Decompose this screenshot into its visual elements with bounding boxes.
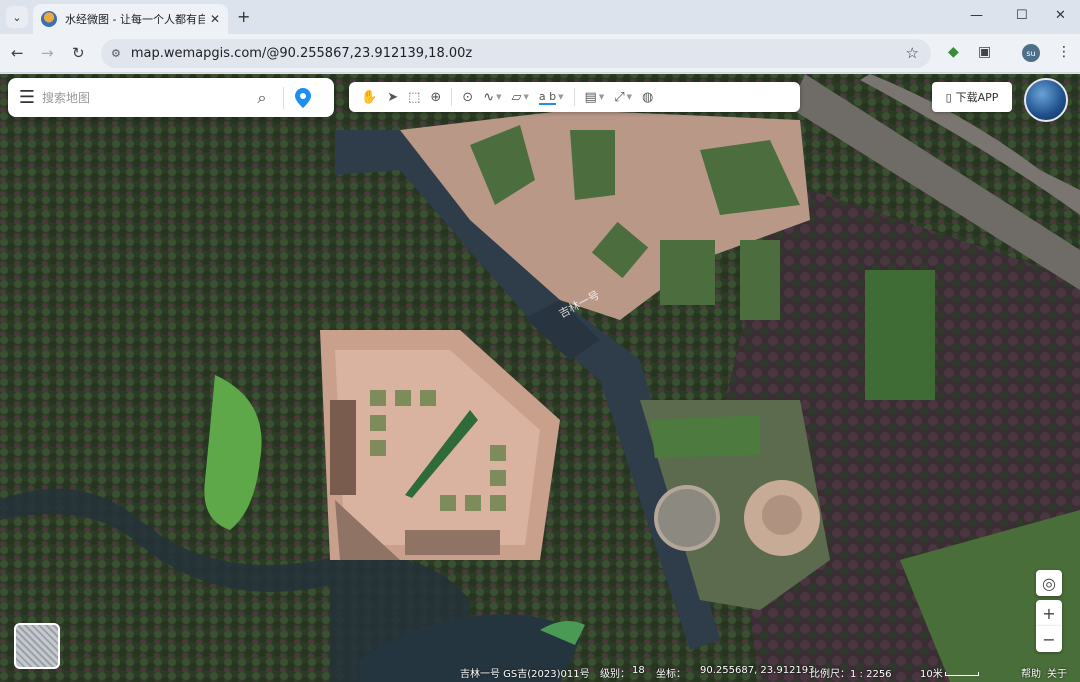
tab-title: 水经微图 - 让每一个人都有自己: [65, 13, 205, 26]
browser-menu-icon[interactable]: ⋮: [1057, 44, 1071, 60]
coordinate-label: 坐标：: [656, 669, 686, 680]
download-app-label: 下载APP: [955, 91, 999, 104]
chevron-down-icon: ▼: [558, 93, 564, 101]
extension-gem-icon[interactable]: ◆: [948, 44, 959, 60]
reload-button[interactable]: ↻: [72, 44, 85, 62]
coordinate-value: 90.255687, 23.912193: [700, 665, 815, 676]
imagery-source: 吉林一号 GS吉(2023)011号: [460, 669, 590, 680]
chevron-down-icon: ▼: [496, 93, 502, 101]
about-link[interactable]: 关于: [1047, 665, 1067, 680]
phone-icon: ▯: [945, 90, 952, 104]
url-text: map.wemapgis.com/@90.255867,23.912139,18…: [130, 46, 473, 61]
zoom-level-label: 级别：: [600, 669, 630, 680]
back-button[interactable]: ←: [11, 44, 24, 62]
edit-cursor-icon[interactable]: ⤢ ▼: [610, 84, 636, 110]
magnifier-icon[interactable]: ⊕: [426, 84, 445, 110]
ruler-icon[interactable]: ▤ ▼: [581, 84, 609, 110]
zoom-out-button[interactable]: −: [1036, 626, 1062, 652]
cursor-icon[interactable]: ➤: [383, 84, 402, 110]
pin-icon[interactable]: ⊙: [458, 84, 477, 110]
search-box: ☰ ⌕: [8, 78, 334, 117]
chevron-down-icon: ▼: [598, 93, 605, 101]
close-window-button[interactable]: ✕: [1055, 8, 1066, 23]
extensions-puzzle-icon[interactable]: ▣: [978, 44, 991, 60]
browser-chrome: ⌄ 水经微图 - 让每一个人都有自己 ✕ + — ☐ ✕ ← → ↻ ⚙ map…: [0, 0, 1080, 73]
polygon-icon[interactable]: ▱ ▼: [508, 84, 533, 110]
scale-bar: [945, 672, 979, 676]
satellite-map[interactable]: 吉林一号: [0, 74, 1080, 682]
tab-strip: ⌄ 水经微图 - 让每一个人都有自己 ✕ + — ☐ ✕: [0, 0, 1080, 34]
toolbar-divider: [451, 88, 453, 106]
tab-search-button[interactable]: ⌄: [6, 6, 28, 28]
globe-view-button[interactable]: [1024, 78, 1068, 122]
scale-bar-label: 10米: [920, 669, 943, 680]
tab-close-icon[interactable]: ✕: [210, 12, 220, 26]
forward-button[interactable]: →: [41, 44, 54, 62]
bookmark-star-icon[interactable]: ☆: [906, 44, 919, 62]
box-select-icon[interactable]: ⬚: [404, 84, 424, 110]
new-tab-button[interactable]: +: [237, 7, 250, 26]
chevron-down-icon: ▼: [626, 93, 632, 101]
maximize-button[interactable]: ☐: [1016, 8, 1028, 23]
help-link[interactable]: 帮助: [1021, 665, 1041, 680]
scale-ratio: 比例尺：1 : 2256: [810, 669, 892, 680]
text-ab-icon[interactable]: a b ▼: [535, 84, 568, 110]
polyline-icon[interactable]: ∿ ▼: [479, 84, 505, 110]
site-info-icon[interactable]: ⚙: [111, 47, 121, 60]
search-divider: [283, 86, 284, 109]
zoom-level-value: 18: [632, 665, 645, 676]
profile-avatar[interactable]: su: [1022, 44, 1040, 62]
search-input[interactable]: [42, 90, 247, 105]
hand-icon[interactable]: ✋: [357, 84, 381, 110]
location-pin-icon[interactable]: [290, 85, 316, 111]
menu-hamburger-icon[interactable]: ☰: [12, 87, 42, 108]
text-tool-label: a b: [538, 89, 557, 105]
locate-me-icon[interactable]: ◎: [1036, 570, 1062, 596]
map-controls: ◎ + −: [1036, 570, 1064, 656]
chevron-down-icon: ▼: [523, 93, 529, 101]
map-toolbar: ✋ ➤ ⬚ ⊕ ⊙ ∿ ▼ ▱ ▼ a b ▼ ▤ ▼ ⤢ ▼ ◍: [349, 82, 800, 112]
browser-tab[interactable]: 水经微图 - 让每一个人都有自己 ✕: [33, 4, 228, 34]
zoom-in-button[interactable]: +: [1036, 600, 1062, 626]
globe-icon[interactable]: ◍: [638, 84, 657, 110]
satellite-imagery: [0, 74, 1080, 682]
download-app-button[interactable]: ▯ 下载APP: [932, 82, 1012, 112]
minimize-button[interactable]: —: [970, 8, 983, 23]
browser-toolbar: ← → ↻ ⚙ map.wemapgis.com/@90.255867,23.9…: [0, 34, 1080, 73]
site-favicon-icon: [41, 11, 57, 27]
toolbar-divider: [573, 88, 575, 106]
search-icon[interactable]: ⌕: [247, 88, 277, 108]
address-bar[interactable]: ⚙ map.wemapgis.com/@90.255867,23.912139,…: [101, 39, 931, 68]
status-bar: 吉林一号 GS吉(2023)011号 级别： 18 坐标： 90.255687,…: [0, 662, 1080, 682]
